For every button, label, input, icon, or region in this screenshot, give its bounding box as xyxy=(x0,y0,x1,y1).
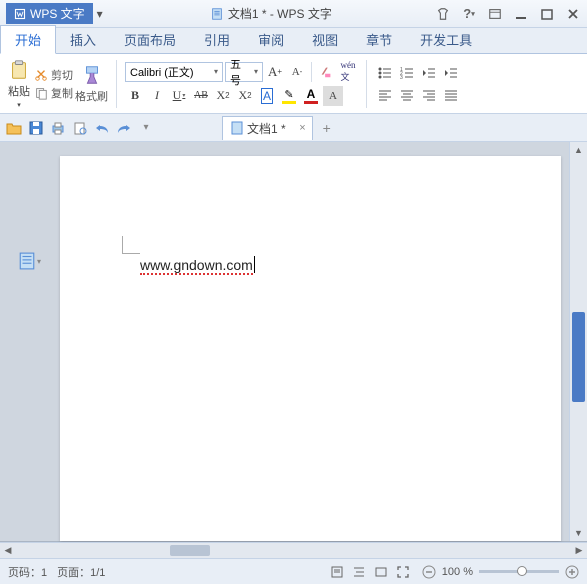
app-badge: WPS 文字 xyxy=(6,3,93,24)
hscroll-thumb[interactable] xyxy=(170,545,210,556)
add-tab-button[interactable]: + xyxy=(317,118,337,138)
document-page[interactable]: www.gndown.com xyxy=(60,156,561,541)
page-number: 页码：1 xyxy=(8,564,47,580)
zoom-control: 100 % xyxy=(422,565,579,579)
app-menu-dropdown[interactable]: ▾ xyxy=(93,3,107,25)
minimize-icon[interactable] xyxy=(513,6,529,22)
scroll-left-icon[interactable]: ◀ xyxy=(0,543,16,558)
tab-view[interactable]: 视图 xyxy=(298,26,352,53)
print-preview-icon[interactable] xyxy=(72,120,88,136)
document-tab[interactable]: 文档1 * × xyxy=(222,116,313,140)
zoom-slider-knob[interactable] xyxy=(517,566,527,576)
page-count: 页面：1/1 xyxy=(57,564,105,580)
app-name: WPS 文字 xyxy=(30,5,85,22)
window-title: 文档1 * - WPS 文字 xyxy=(107,5,435,22)
zoom-value[interactable]: 100 % xyxy=(442,566,473,578)
save-icon[interactable] xyxy=(28,120,44,136)
qat-more-icon[interactable]: ▾ xyxy=(138,120,154,136)
status-bar: 页码：1 页面：1/1 100 % xyxy=(0,558,587,584)
font-name-select[interactable]: Calibri (正文)▾ xyxy=(125,62,223,82)
copy-button[interactable]: 复制 xyxy=(34,85,73,101)
help-icon[interactable]: ?▾ xyxy=(461,6,477,22)
tab-chapter[interactable]: 章节 xyxy=(352,26,406,53)
superscript-button[interactable]: X2 xyxy=(213,86,233,106)
close-tab-icon[interactable]: × xyxy=(299,122,305,134)
scroll-down-icon[interactable]: ▼ xyxy=(570,525,587,541)
cut-button[interactable]: 剪切 xyxy=(34,67,73,83)
font-shrink-icon[interactable]: A- xyxy=(287,62,307,82)
font-color-button[interactable]: A xyxy=(301,87,321,104)
subscript-button[interactable]: X2 xyxy=(235,86,255,106)
workspace: ▾ www.gndown.com ▲ ▼ xyxy=(0,142,587,542)
redo-icon[interactable] xyxy=(116,120,132,136)
open-icon[interactable] xyxy=(6,120,22,136)
highlight-button[interactable]: ✎ xyxy=(279,88,299,104)
char-shading-button[interactable]: A xyxy=(323,86,343,106)
undo-icon[interactable] xyxy=(94,120,110,136)
zoom-in-icon[interactable] xyxy=(565,565,579,579)
underline-button[interactable]: U▾ xyxy=(169,86,189,106)
maximize-icon[interactable] xyxy=(539,6,555,22)
close-icon[interactable] xyxy=(565,6,581,22)
font-grow-icon[interactable]: A+ xyxy=(265,62,285,82)
char-border-button[interactable]: A xyxy=(257,88,277,104)
menu-tabs: 开始 插入 页面布局 引用 审阅 视图 章节 开发工具 xyxy=(0,28,587,54)
paragraph-group: 123 xyxy=(375,63,461,105)
scroll-thumb[interactable] xyxy=(572,312,585,402)
tab-layout[interactable]: 页面布局 xyxy=(110,26,190,53)
clear-format-icon[interactable] xyxy=(316,62,336,82)
ribbon: 粘贴▾ 剪切 复制 格式刷 Calibri (正文)▾ 五号▾ A+ A- wé… xyxy=(0,54,587,114)
text-cursor xyxy=(254,256,255,273)
svg-text:3: 3 xyxy=(400,75,403,80)
titlebar: WPS 文字 ▾ 文档1 * - WPS 文字 ?▾ xyxy=(0,0,587,28)
fullscreen-icon[interactable] xyxy=(394,563,412,581)
tab-start[interactable]: 开始 xyxy=(0,25,56,54)
bullets-icon[interactable] xyxy=(375,63,395,83)
indent-decrease-icon[interactable] xyxy=(419,63,439,83)
scroll-right-icon[interactable]: ▶ xyxy=(571,543,587,558)
tab-review[interactable]: 审阅 xyxy=(244,26,298,53)
navigation-panel-toggle[interactable]: ▾ xyxy=(0,142,60,541)
align-right-icon[interactable] xyxy=(419,85,439,105)
indent-increase-icon[interactable] xyxy=(441,63,461,83)
bold-button[interactable]: B xyxy=(125,86,145,106)
view-outline-icon[interactable] xyxy=(350,563,368,581)
align-justify-icon[interactable] xyxy=(441,85,461,105)
strike-button[interactable]: AB xyxy=(191,86,211,106)
paste-button[interactable]: 粘贴▾ xyxy=(6,59,32,109)
align-left-icon[interactable] xyxy=(375,85,395,105)
font-size-select[interactable]: 五号▾ xyxy=(225,62,263,82)
vertical-scrollbar[interactable]: ▲ ▼ xyxy=(569,142,587,541)
document-text: www.gndown.com xyxy=(140,257,253,273)
margin-marker xyxy=(122,236,140,254)
ribbon-toggle-icon[interactable] xyxy=(487,6,503,22)
view-print-icon[interactable] xyxy=(328,563,346,581)
italic-button[interactable]: I xyxy=(147,86,167,106)
phonetic-icon[interactable]: wén文 xyxy=(338,62,358,82)
tab-insert[interactable]: 插入 xyxy=(56,26,110,53)
numbering-icon[interactable]: 123 xyxy=(397,63,417,83)
horizontal-scrollbar[interactable]: ◀ ▶ xyxy=(0,542,587,558)
scroll-up-icon[interactable]: ▲ xyxy=(570,142,587,158)
quick-access-bar: ▾ 文档1 * × + xyxy=(0,114,587,142)
zoom-out-icon[interactable] xyxy=(422,565,436,579)
align-center-icon[interactable] xyxy=(397,85,417,105)
print-icon[interactable] xyxy=(50,120,66,136)
view-web-icon[interactable] xyxy=(372,563,390,581)
format-painter-button[interactable]: 格式刷 xyxy=(75,64,108,104)
tab-dev[interactable]: 开发工具 xyxy=(406,26,486,53)
tab-reference[interactable]: 引用 xyxy=(190,26,244,53)
skin-icon[interactable] xyxy=(435,6,451,22)
